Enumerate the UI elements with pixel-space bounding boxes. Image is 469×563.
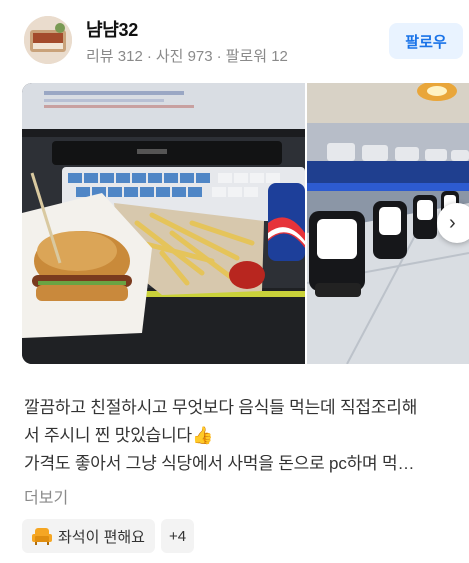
review-card: 냠냠32 리뷰 312 · 사진 973 · 팔로워 12 팔로우 › 깔끔하고… (0, 0, 469, 563)
tag-label: +4 (168, 527, 187, 545)
review-photo-food[interactable] (22, 83, 305, 364)
review-text: 깔끔하고 친절하시고 무엇보다 음식들 먹는데 직접조리해 서 주시니 찐 맛있… (24, 394, 454, 478)
reviewer-stats: 리뷰 312 · 사진 973 · 팔로워 12 (86, 45, 288, 66)
stat-photos: 사진 973 (155, 48, 213, 65)
review-line: 서 주시니 찐 맛있습니다👍 (24, 426, 213, 445)
armchair-icon (32, 527, 52, 545)
keyword-tag-seat[interactable]: 좌석이 편해요 (22, 519, 155, 553)
reviewer-avatar[interactable] (24, 16, 72, 64)
next-photo-button[interactable]: › (437, 203, 469, 243)
stat-followers: 팔로워 12 (225, 48, 288, 65)
stat-reviews: 리뷰 312 (86, 48, 143, 65)
review-line: 가격도 좋아서 그냥 식당에서 사먹을 돈으로 pc하며 먹… (24, 454, 415, 473)
reviewer-name[interactable]: 냠냠32 (86, 16, 138, 42)
more-link[interactable]: 더보기 (24, 484, 68, 508)
stat-separator: · (216, 48, 222, 65)
more-tags-button[interactable]: +4 (161, 519, 194, 553)
stat-separator: · (146, 48, 152, 65)
tag-label: 좌석이 편해요 (58, 528, 145, 546)
review-line: 깔끔하고 친절하시고 무엇보다 음식들 먹는데 직접조리해 (24, 398, 418, 417)
follow-button[interactable]: 팔로우 (389, 23, 463, 59)
chevron-right-icon: › (449, 212, 456, 234)
